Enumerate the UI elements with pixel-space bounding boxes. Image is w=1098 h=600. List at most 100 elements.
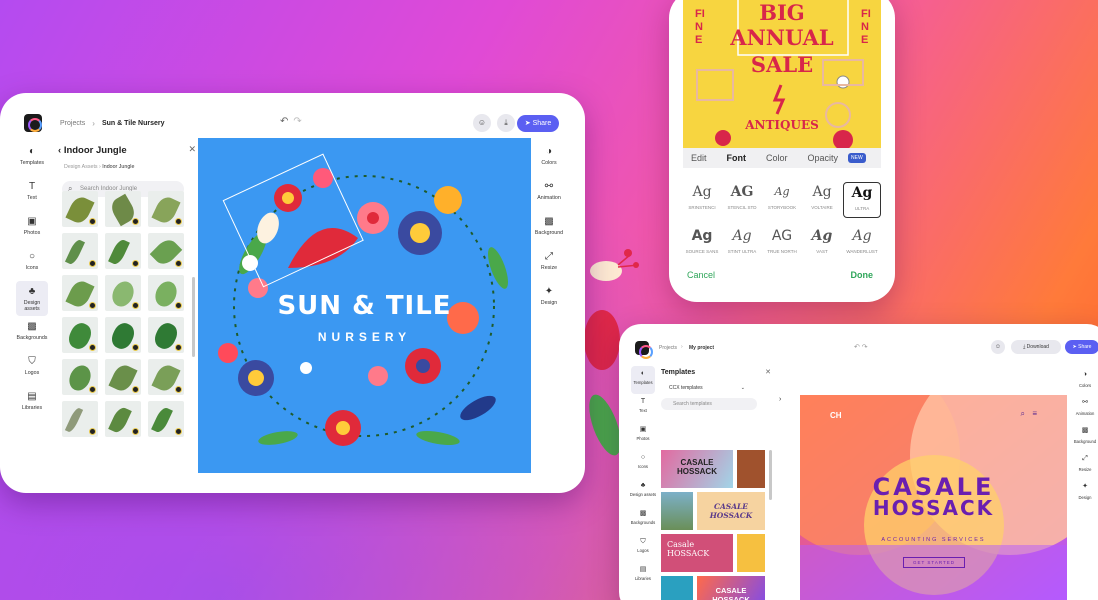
app-logo-icon[interactable] [635, 341, 653, 359]
poster-line-1[interactable]: BIG [683, 0, 881, 25]
asset-tile[interactable] [148, 275, 184, 311]
menu-icon[interactable]: ≡ [1032, 409, 1037, 418]
rail-item-design-assets[interactable]: ♣ Design assets [16, 281, 48, 316]
asset-tile[interactable] [62, 317, 98, 353]
design-canvas[interactable]: SUN & TILE NURSERY [198, 138, 531, 473]
redo-icon[interactable]: ↷ [293, 116, 306, 127]
asset-tile[interactable] [105, 275, 141, 311]
asset-tile[interactable] [62, 233, 98, 269]
search-icon[interactable]: ⌕ [1021, 409, 1025, 419]
undo-icon[interactable]: ↶ ↷ [854, 343, 868, 351]
rail-item-design[interactable]: ✦ Design [1071, 478, 1098, 506]
poster-bottom[interactable]: ANTIQUES [683, 118, 881, 132]
download-icon[interactable]: ⤓ [497, 114, 515, 132]
comment-icon[interactable]: ☺ [473, 114, 491, 132]
poster-line-2[interactable]: ANNUAL [683, 25, 881, 50]
canvas-title[interactable]: SUN & TILE [198, 291, 531, 321]
rail-item-animation[interactable]: ⚯ Animation [1071, 394, 1098, 422]
template-thumb[interactable] [661, 492, 693, 530]
font-option[interactable]: Ag SRINSTENCI [683, 182, 721, 218]
rail-item-animation[interactable]: ⚯ Animation [531, 176, 567, 211]
font-option[interactable]: Ag VOLTAIRE [803, 182, 841, 218]
comment-icon[interactable]: ☺ [991, 340, 1005, 354]
canvas-logo[interactable]: CH [830, 411, 842, 420]
asset-tile[interactable] [105, 317, 141, 353]
panel-crumb-root[interactable]: Design Assets [64, 164, 98, 170]
asset-tile[interactable] [105, 359, 141, 395]
tab-opacity[interactable]: Opacity [808, 153, 839, 163]
asset-tile[interactable] [105, 233, 141, 269]
breadcrumb-root[interactable]: Projects [60, 120, 85, 127]
asset-tile[interactable] [148, 317, 184, 353]
get-started-button[interactable]: GET STARTED [903, 557, 965, 568]
template-thumb[interactable]: CASALE HOSSACK [661, 450, 733, 488]
canvas-title-2[interactable]: HOSSACK [800, 496, 1067, 520]
asset-tile[interactable] [62, 401, 98, 437]
rail-item-libraries[interactable]: ▤ Libraries [14, 386, 50, 421]
rail-item-templates[interactable]: ◐ Templates [14, 141, 50, 176]
template-thumb[interactable] [737, 534, 765, 572]
font-option[interactable]: Ag VAST [803, 226, 841, 262]
canvas-tagline[interactable]: ACCOUNTING SERVICES [800, 537, 1067, 543]
share-button[interactable]: ➤ Share [517, 115, 559, 132]
rail-item-photos[interactable]: ▣ Photos [629, 422, 657, 450]
template-thumb[interactable]: CASALE HOSSACK [697, 492, 765, 530]
rail-item-icons[interactable]: ○ Icons [629, 450, 657, 478]
asset-tile[interactable] [62, 359, 98, 395]
rail-item-background[interactable]: ▩ Background [531, 211, 567, 246]
font-option[interactable]: Ag STINT ULTRA [723, 226, 761, 262]
rail-item-logos[interactable]: ⛉ Logos [14, 351, 50, 386]
rail-item-resize[interactable]: ⤢ Resize [1071, 450, 1098, 478]
rail-item-resize[interactable]: ⤢ Resize [531, 246, 567, 281]
rail-item-design-assets[interactable]: ♣ Design assets [629, 478, 657, 506]
rail-item-photos[interactable]: ▣ Photos [14, 211, 50, 246]
template-thumb[interactable] [661, 576, 693, 600]
font-option[interactable]: Ag WANDERLUST [843, 226, 881, 262]
breadcrumb-root[interactable]: Projects [659, 345, 677, 351]
template-thumb[interactable]: Casale HOSSACK [661, 534, 733, 572]
search-input[interactable]: Search templates [661, 398, 757, 410]
app-logo-icon[interactable] [24, 114, 42, 132]
asset-tile[interactable] [148, 401, 184, 437]
asset-tile[interactable] [105, 191, 141, 227]
close-icon[interactable]: ✕ [765, 368, 771, 376]
rail-item-icons[interactable]: ○ Icons [14, 246, 50, 281]
panel-scrollbar[interactable] [769, 450, 772, 500]
asset-tile[interactable] [148, 191, 184, 227]
cancel-button[interactable]: Cancel [687, 270, 715, 280]
font-option[interactable]: Ag STORYBOOK [763, 182, 801, 218]
font-option-selected[interactable]: Ag ULTRA [843, 182, 881, 218]
rail-item-background[interactable]: ▩ Background [1071, 422, 1098, 450]
rail-item-text[interactable]: T Text [629, 394, 657, 422]
done-button[interactable]: Done [851, 270, 874, 280]
rail-item-design[interactable]: ✦ Design [531, 281, 567, 316]
expand-arrow-icon[interactable]: › [779, 396, 781, 403]
poster-line-3[interactable]: SALE [683, 52, 881, 77]
rail-item-libraries[interactable]: ▤ Libraries [629, 562, 657, 590]
asset-tile[interactable] [148, 233, 184, 269]
rail-item-logos[interactable]: ⛉ Logos [629, 534, 657, 562]
undo-icon[interactable]: ↶ [280, 116, 293, 127]
asset-tile[interactable] [62, 191, 98, 227]
rail-item-templates[interactable]: ◐ Templates [631, 366, 655, 394]
asset-tile[interactable] [105, 401, 141, 437]
rail-item-backgrounds[interactable]: ▩ Backgrounds [629, 506, 657, 534]
rail-item-colors[interactable]: ◑ Colors [531, 141, 567, 176]
rotate-handle-icon[interactable] [242, 255, 258, 271]
template-thumb[interactable] [737, 450, 765, 488]
template-thumb[interactable]: CASALE HOSSACK [697, 576, 765, 600]
font-option[interactable]: AG TRUE NORTH [763, 226, 801, 262]
rail-item-text[interactable]: T Text [14, 176, 50, 211]
asset-tile[interactable] [62, 275, 98, 311]
template-source-dropdown[interactable]: CCX templates ⌄ [661, 382, 751, 395]
asset-tile[interactable] [148, 359, 184, 395]
tab-edit[interactable]: Edit [691, 153, 707, 163]
font-option[interactable]: AG STENCIL STD [723, 182, 761, 218]
share-button[interactable]: ➤ Share [1065, 340, 1098, 354]
tab-color[interactable]: Color [766, 153, 788, 163]
canvas-subtitle[interactable]: NURSERY [198, 330, 531, 344]
panel-scrollbar[interactable] [192, 277, 195, 357]
close-icon[interactable]: ✕ [188, 144, 196, 155]
font-option[interactable]: Ag SOURCE SANS [683, 226, 721, 262]
download-button[interactable]: ⤓ Download [1011, 340, 1061, 354]
